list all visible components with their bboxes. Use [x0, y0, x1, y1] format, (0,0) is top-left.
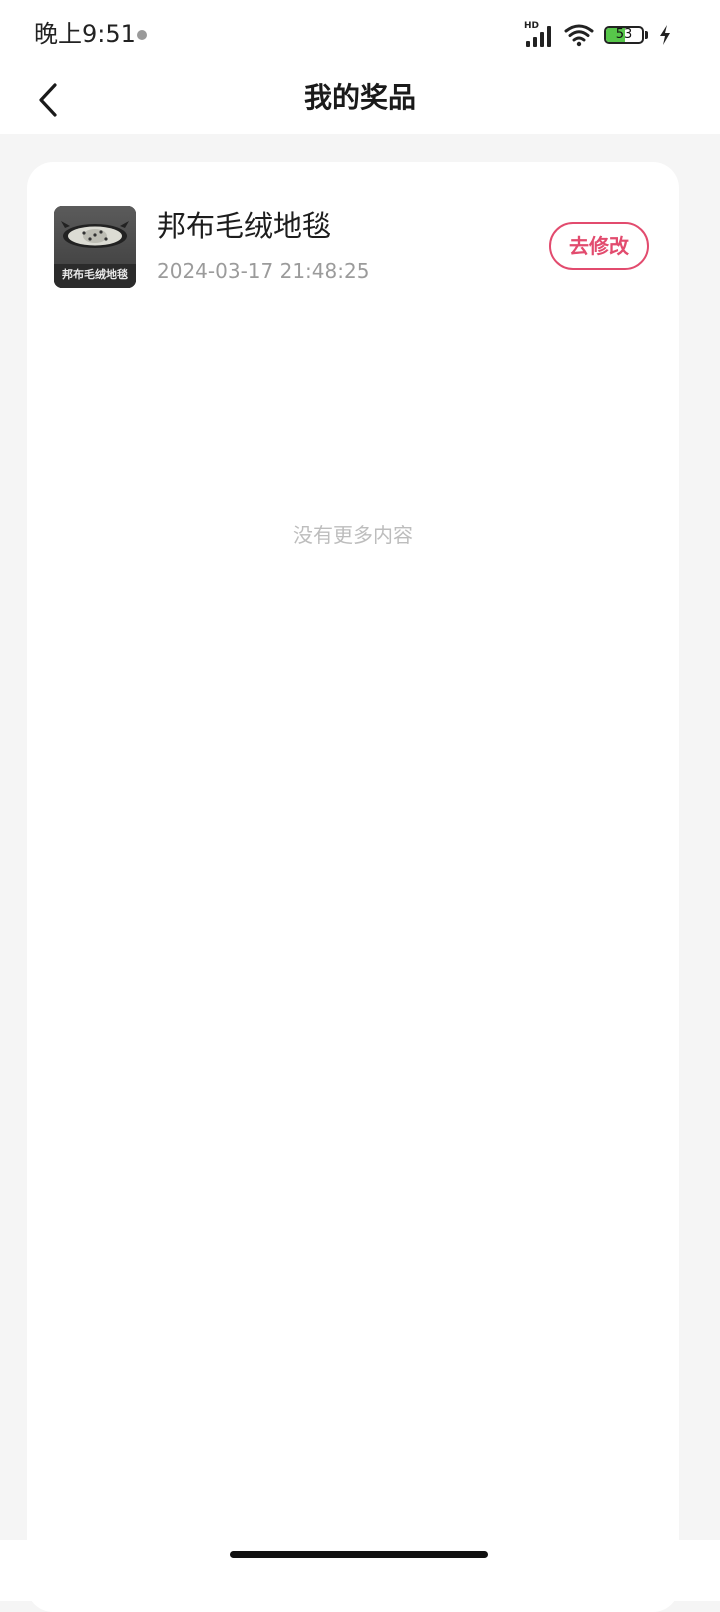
bottom-safe-area: [0, 1540, 720, 1601]
prize-thumbnail: 邦布毛绒地毯: [54, 206, 136, 288]
battery-level: 53: [615, 27, 633, 42]
app-header: 我的奖品: [0, 66, 720, 134]
status-icons: HD 53: [524, 20, 672, 50]
thumb-label: 邦布毛绒地毯: [62, 268, 128, 281]
signal-icon: HD: [524, 22, 554, 48]
battery-icon: 53: [604, 26, 648, 44]
list-end-text: 没有更多内容: [293, 523, 413, 547]
prize-time: 2024-03-17 21:48:25: [157, 259, 370, 283]
page-title: 我的奖品: [303, 81, 416, 114]
prize-list-card: 邦布毛绒地毯 邦布毛绒地毯 2024-03-17 21:48:25 去修改 没有…: [27, 162, 679, 1612]
charging-icon: [658, 24, 672, 46]
prize-item[interactable]: 邦布毛绒地毯 邦布毛绒地毯 2024-03-17 21:48:25 去修改: [27, 162, 679, 332]
modify-button[interactable]: 去修改: [549, 222, 649, 270]
prize-name: 邦布毛绒地毯: [157, 209, 332, 243]
wifi-icon: [564, 23, 594, 47]
status-time: 晚上9:51: [34, 20, 136, 48]
notification-dot: [137, 30, 147, 40]
status-bar: 晚上9:51 HD 53: [0, 0, 720, 66]
home-indicator[interactable]: [230, 1551, 488, 1558]
